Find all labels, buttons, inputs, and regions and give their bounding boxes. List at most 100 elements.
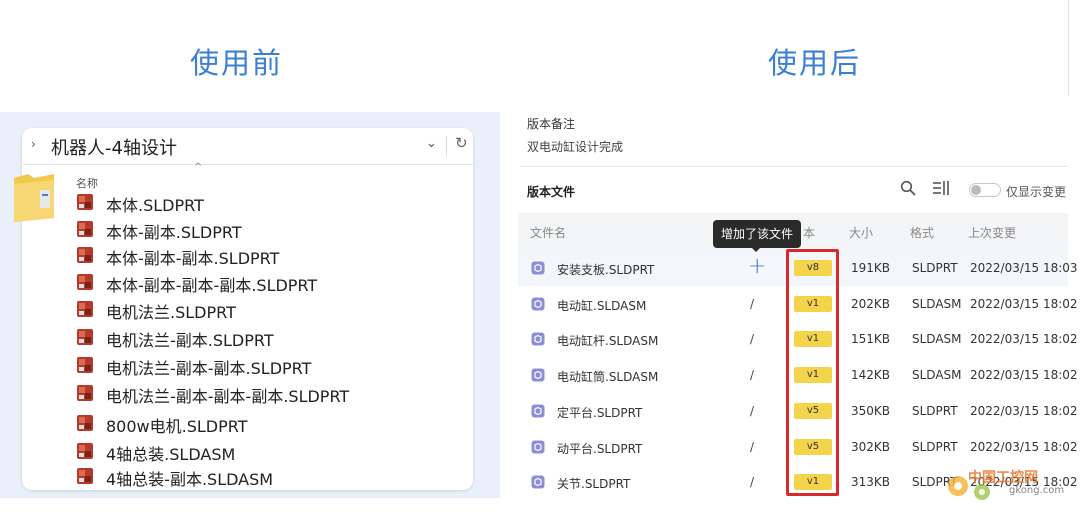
- col-header-size[interactable]: 大小: [849, 224, 873, 241]
- change-indicator: /: [750, 475, 755, 490]
- file-list-item[interactable]: 电机法兰-副本.SLDPRT: [76, 325, 466, 351]
- file-list-item[interactable]: 本体-副本.SLDPRT: [76, 217, 466, 243]
- file-format: SLDPRT: [912, 439, 958, 454]
- file-size: 202KB: [851, 296, 891, 311]
- address-bar[interactable]: › 机器人-4轴设计 ⌄ ↻: [22, 128, 473, 165]
- file-name[interactable]: 电动缸杆.SLDASM: [557, 332, 658, 349]
- file-name: 电机法兰.SLDPRT: [106, 303, 236, 322]
- watermark-name: 中国工控网: [968, 470, 1038, 486]
- col-header-name[interactable]: 文件名: [530, 224, 566, 241]
- file-list-item[interactable]: 本体-副本-副本-副本.SLDPRT: [76, 270, 466, 296]
- file-name: 本体-副本-副本.SLDPRT: [106, 249, 280, 268]
- file-format: SLDASM: [912, 332, 962, 347]
- panel-edge-divider: [1068, 0, 1069, 96]
- last-modified: 2022/03/15 18:02: [970, 332, 1078, 347]
- change-indicator: /: [750, 332, 755, 347]
- address-path[interactable]: 机器人-4轴设计: [51, 134, 177, 160]
- last-modified: 2022/03/15 18:02: [970, 439, 1078, 454]
- file-name: 本体.SLDPRT: [106, 196, 204, 215]
- change-indicator: /: [750, 439, 755, 454]
- file-name: 电机法兰-副本.SLDPRT: [106, 331, 274, 350]
- solidworks-file-icon: [77, 385, 93, 401]
- before-heading: 使用前: [190, 46, 284, 80]
- solidworks-file-icon: [77, 301, 93, 317]
- after-heading: 使用后: [768, 46, 862, 80]
- file-size: 151KB: [851, 332, 891, 347]
- file-name: 4轴总装.SLDASM: [106, 445, 236, 464]
- column-settings-icon[interactable]: [932, 180, 950, 196]
- file-name[interactable]: 定平台.SLDPRT: [557, 404, 642, 421]
- part-file-icon: [531, 475, 545, 489]
- file-list-item[interactable]: 4轴总装-副本.SLDASM: [76, 464, 466, 490]
- show-changes-label: 仅显示变更: [1006, 185, 1067, 199]
- refresh-icon[interactable]: ↻: [455, 134, 468, 152]
- file-format: SLDASM: [912, 368, 962, 383]
- solidworks-file-icon: [77, 194, 93, 210]
- part-file-icon: [531, 368, 545, 382]
- section-divider: [520, 166, 1068, 167]
- last-modified: 2022/03/15 18:02: [970, 403, 1078, 418]
- file-size: 191KB: [851, 261, 891, 275]
- tooltip-arrow: [751, 247, 761, 252]
- last-modified: 2022/03/15 18:02: [970, 368, 1078, 383]
- version-highlight-box: [786, 249, 839, 496]
- version-note-label: 版本备注: [527, 117, 576, 131]
- file-name[interactable]: 关节.SLDPRT: [557, 475, 630, 492]
- col-header-version[interactable]: 本: [803, 224, 815, 241]
- part-file-icon: [531, 297, 545, 311]
- tooltip: 增加了该文件: [713, 220, 801, 248]
- part-file-icon: [531, 404, 545, 418]
- file-list-item[interactable]: 本体.SLDPRT: [76, 190, 466, 216]
- file-name: 800w电机.SLDPRT: [106, 417, 248, 436]
- part-file-icon: [531, 440, 545, 453]
- solidworks-file-icon: [77, 415, 93, 431]
- file-name: 4轴总装-副本.SLDASM: [106, 470, 274, 489]
- file-name[interactable]: 电动缸.SLDASM: [557, 297, 646, 314]
- file-list-item[interactable]: 本体-副本-副本.SLDPRT: [76, 243, 466, 269]
- solidworks-file-icon: [77, 274, 93, 290]
- file-name: 本体-副本-副本-副本.SLDPRT: [106, 276, 318, 295]
- file-list-item[interactable]: 电机法兰-副本-副本.SLDPRT: [76, 353, 466, 379]
- chevron-down-icon[interactable]: ⌄: [426, 136, 437, 151]
- col-header-modified[interactable]: 上次变更: [968, 224, 1016, 241]
- last-modified: 2022/03/15 18:03: [970, 261, 1078, 275]
- folder-icon: [14, 174, 54, 222]
- toggle-knob: [971, 185, 981, 195]
- add-file-icon[interactable]: +: [748, 254, 766, 279]
- file-list-item[interactable]: 电机法兰.SLDPRT: [76, 297, 466, 323]
- file-list-item[interactable]: 4轴总装.SLDASM: [76, 439, 466, 465]
- solidworks-file-icon: [77, 468, 93, 484]
- solidworks-file-icon: [77, 443, 93, 459]
- solidworks-file-icon: [77, 357, 93, 373]
- chevron-right-icon[interactable]: ›: [31, 137, 36, 151]
- file-format: SLDPRT: [912, 261, 958, 275]
- file-list-item[interactable]: 800w电机.SLDPRT: [76, 411, 466, 437]
- solidworks-file-icon: [77, 329, 93, 345]
- address-separator: [446, 136, 447, 156]
- show-changes-toggle[interactable]: [969, 183, 1001, 197]
- solidworks-file-icon: [77, 221, 93, 237]
- file-name: 电机法兰-副本-副本.SLDPRT: [106, 359, 312, 378]
- part-file-icon: [531, 332, 545, 346]
- watermark-url: gkong.com: [1009, 485, 1065, 496]
- file-size: 142KB: [851, 368, 891, 383]
- file-format: SLDASM: [912, 296, 962, 311]
- col-header-format[interactable]: 格式: [910, 224, 934, 241]
- file-format: SLDPRT: [912, 403, 958, 418]
- part-file-icon: [531, 261, 545, 275]
- file-name: 电机法兰-副本-副本-副本.SLDPRT: [106, 387, 350, 406]
- version-note-text: 双电动缸设计完成: [527, 140, 624, 154]
- sort-caret-icon: ^: [194, 162, 203, 173]
- file-name[interactable]: 安装支板.SLDPRT: [557, 261, 654, 278]
- solidworks-file-icon: [77, 247, 93, 263]
- change-indicator: /: [750, 296, 755, 311]
- file-name[interactable]: 动平台.SLDPRT: [557, 440, 642, 457]
- last-modified: 2022/03/15 18:02: [970, 296, 1078, 311]
- column-header-name[interactable]: 名称: [76, 175, 98, 191]
- file-size: 302KB: [851, 439, 891, 454]
- truncated-label: .......: [630, 90, 690, 94]
- change-indicator: /: [750, 403, 755, 418]
- file-name[interactable]: 电动缸筒.SLDASM: [557, 368, 658, 385]
- search-icon[interactable]: [900, 180, 916, 196]
- file-list-item[interactable]: 电机法兰-副本-副本-副本.SLDPRT: [76, 381, 466, 407]
